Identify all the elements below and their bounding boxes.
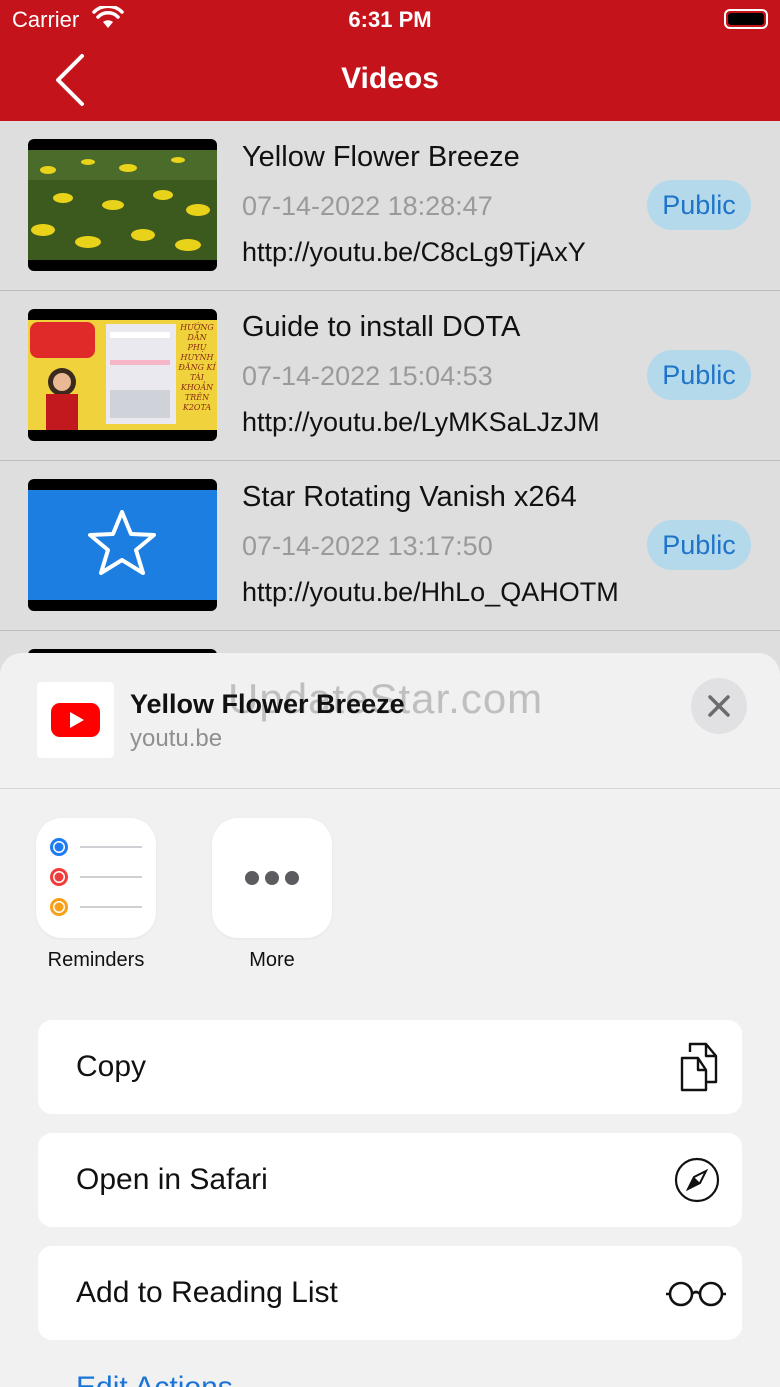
video-row[interactable]: Star Rotating Vanish x264 07-14-2022 13:… <box>0 461 780 631</box>
share-header: UpdateStar.com Yellow Flower Breeze yout… <box>0 653 780 789</box>
reminders-icon <box>50 838 142 916</box>
video-url: http://youtu.be/LyMKSaLJzJM <box>242 407 600 437</box>
video-title: Yellow Flower Breeze <box>242 141 520 173</box>
add-to-reading-list-label: Add to Reading List <box>76 1276 338 1309</box>
video-thumbnail <box>28 479 217 611</box>
status-bar: Carrier 6:31 PM <box>0 0 780 40</box>
top-bar: Carrier 6:31 PM Videos <box>0 0 780 121</box>
video-thumbnail <box>28 139 217 271</box>
more-label: More <box>249 949 295 971</box>
video-row[interactable]: HƯỚNG DẪN PHỤ HUYNH ĐĂNG KÍ TÀI KHOẢN TRÊN K… <box>0 291 780 461</box>
video-date: 07-14-2022 18:28:47 <box>242 191 493 221</box>
reminders-app-button[interactable] <box>36 818 156 938</box>
copy-action[interactable]: Copy <box>38 1020 742 1114</box>
more-app-button[interactable] <box>212 818 332 938</box>
add-to-reading-list-action[interactable]: Add to Reading List <box>38 1246 742 1340</box>
video-date: 07-14-2022 15:04:53 <box>242 361 493 391</box>
status-time: 6:31 PM <box>348 7 432 32</box>
share-title: Yellow Flower Breeze <box>130 689 405 719</box>
open-in-safari-action[interactable]: Open in Safari <box>38 1133 742 1227</box>
visibility-badge: Public <box>647 180 751 230</box>
video-date: 07-14-2022 13:17:50 <box>242 531 493 561</box>
copy-icon <box>680 1042 718 1092</box>
open-in-safari-label: Open in Safari <box>76 1163 268 1196</box>
youtube-icon <box>37 682 114 758</box>
visibility-badge: Public <box>647 520 751 570</box>
share-subtitle: youtu.be <box>130 725 223 752</box>
share-sheet: UpdateStar.com Yellow Flower Breeze yout… <box>0 653 780 1387</box>
video-url: http://youtu.be/HhLo_QAHOTM <box>242 577 619 607</box>
edit-actions-link[interactable]: Edit Actions... <box>76 1371 258 1387</box>
video-row[interactable]: Yellow Flower Breeze 07-14-2022 18:28:47… <box>0 121 780 291</box>
video-url: http://youtu.be/C8cLg9TjAxY <box>242 237 586 267</box>
visibility-badge: Public <box>647 350 751 400</box>
copy-label: Copy <box>76 1050 147 1083</box>
glasses-icon <box>666 1281 726 1307</box>
reminders-label: Reminders <box>47 949 145 971</box>
close-button[interactable] <box>691 678 747 734</box>
video-thumbnail: HƯỚNG DẪN PHỤ HUYNH ĐĂNG KÍ TÀI KHOẢN TRÊN K… <box>28 309 217 441</box>
page-title: Videos <box>341 62 439 95</box>
thumbnail-caption: HƯỚNG DẪN PHỤ HUYNH ĐĂNG KÍ TÀI KHOẢN TRÊN K… <box>178 323 216 412</box>
ellipsis-icon <box>245 871 299 885</box>
compass-icon <box>674 1157 720 1203</box>
video-title: Guide to install DOTA <box>242 311 521 343</box>
close-icon <box>708 695 730 717</box>
battery-icon <box>724 9 768 29</box>
video-title: Star Rotating Vanish x264 <box>242 481 577 513</box>
